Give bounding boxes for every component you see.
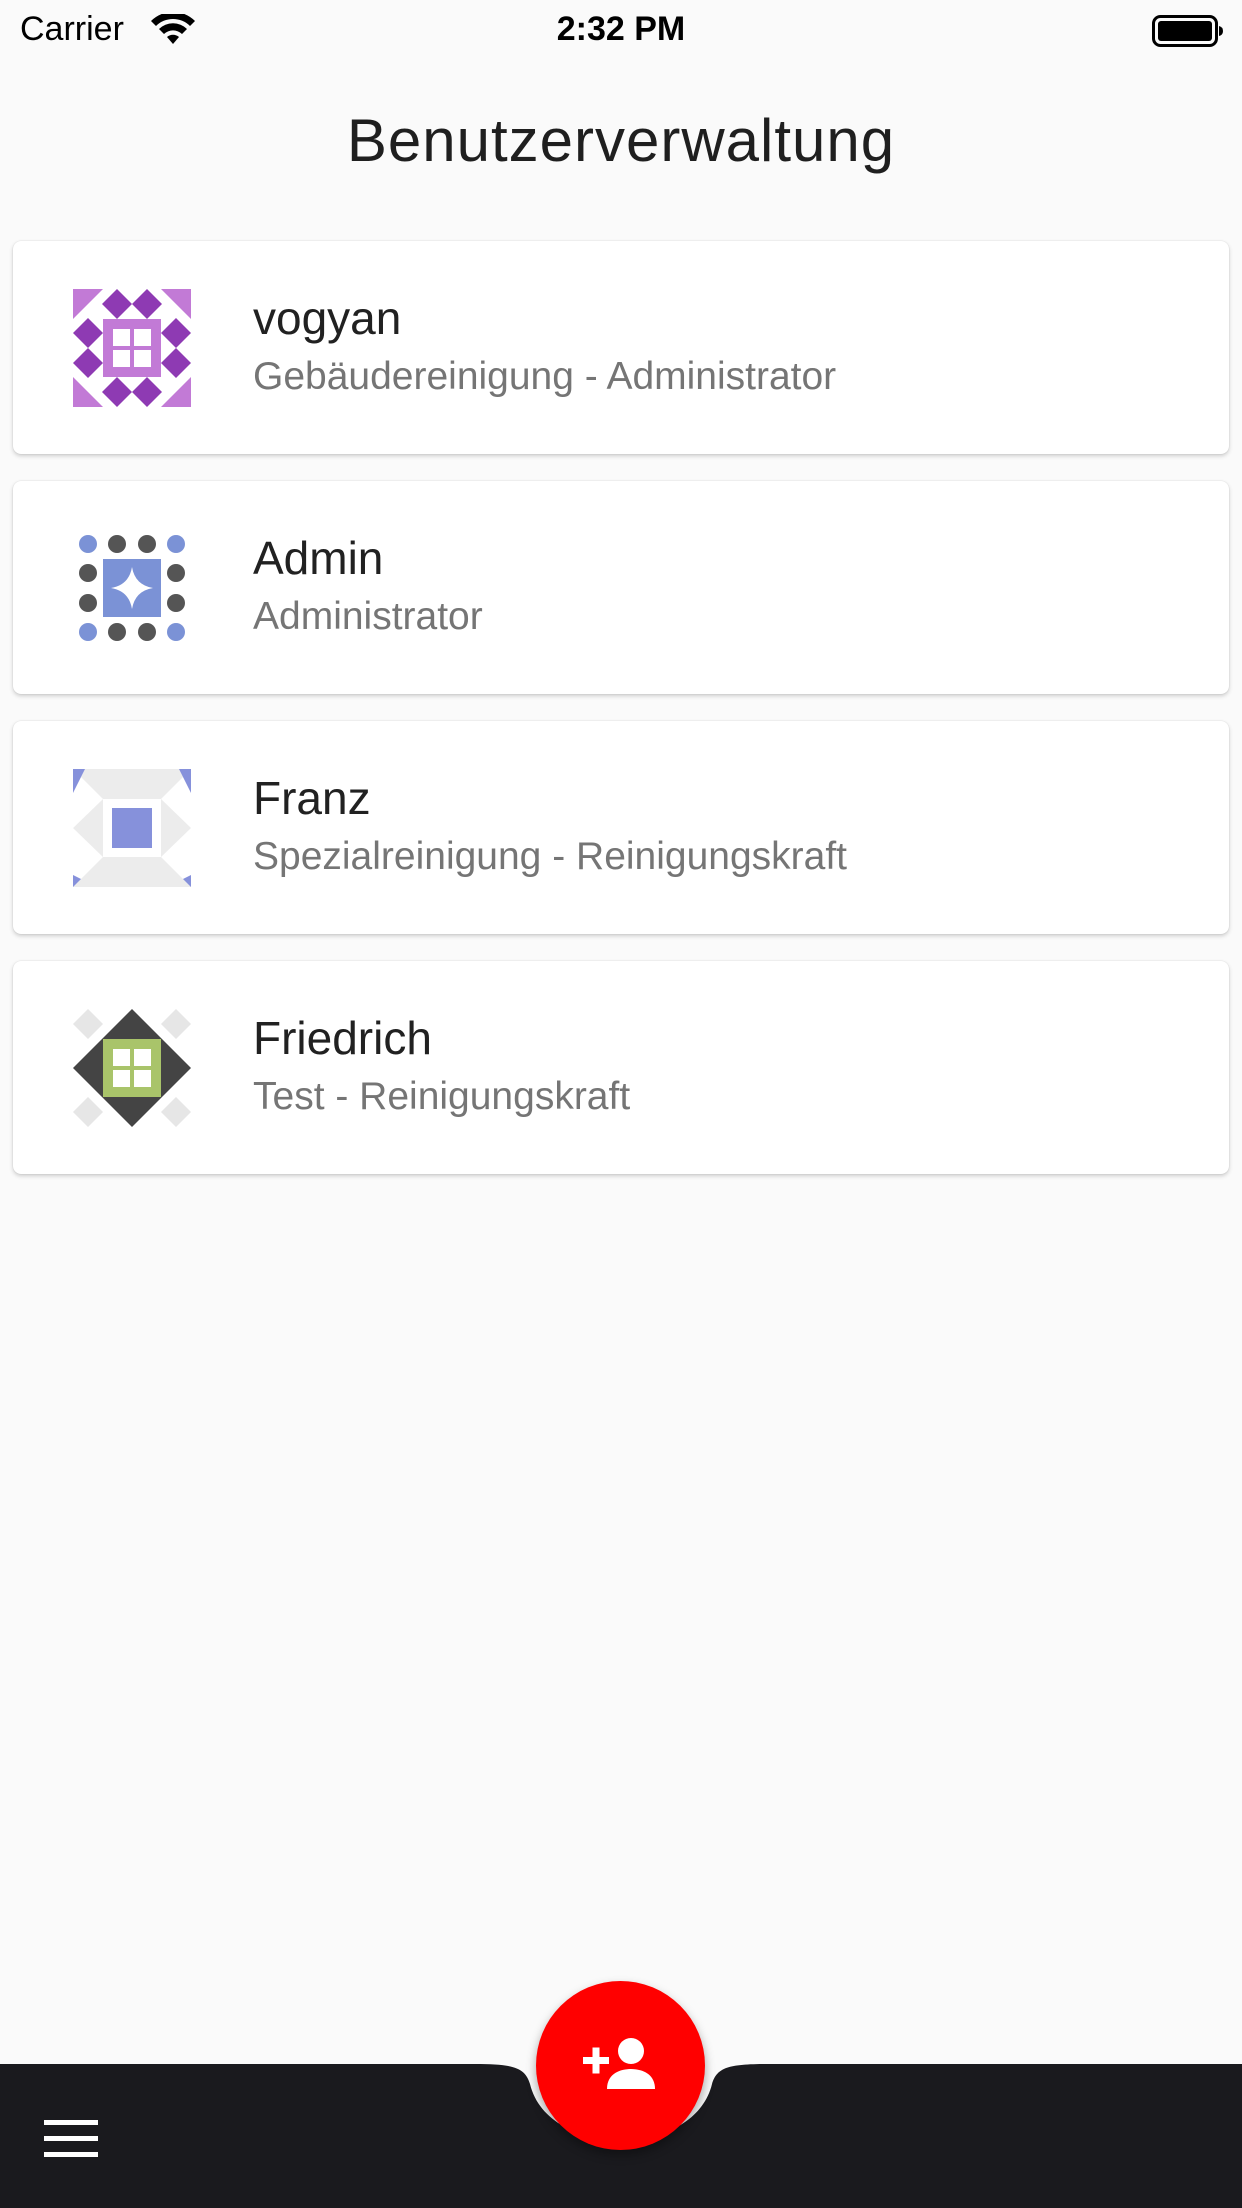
user-name: Franz (253, 772, 371, 824)
user-role: Gebäudereinigung - Administrator (253, 355, 837, 398)
user-name: Admin (253, 532, 384, 584)
page-title: Benutzerverwaltung (346, 107, 896, 174)
user-card[interactable]: Franz Spezialreinigung - Reinigungskraft (13, 721, 1229, 934)
status-time: 2:32 PM (556, 10, 686, 48)
status-bar: Carrier 2:32 PM (0, 0, 1242, 62)
hamburger-menu-icon[interactable] (36, 2114, 108, 2170)
user-role: Spezialreinigung - Reinigungskraft (253, 835, 848, 878)
identicon-avatar (73, 529, 191, 647)
identicon-avatar (73, 289, 191, 407)
add-user-button[interactable] (536, 1981, 705, 2150)
user-list: vogyan Gebäudereinigung - Administrator (13, 241, 1229, 1201)
user-card[interactable]: vogyan Gebäudereinigung - Administrator (13, 241, 1229, 454)
user-role: Test - Reinigungskraft (253, 1075, 631, 1118)
user-card[interactable]: Admin Administrator (13, 481, 1229, 694)
identicon-avatar (73, 769, 191, 887)
user-name: Friedrich (253, 1012, 432, 1064)
user-role: Administrator (253, 595, 483, 638)
battery-icon (1152, 15, 1224, 52)
user-name: vogyan (253, 292, 402, 344)
user-card[interactable]: Friedrich Test - Reinigungskraft (13, 961, 1229, 1174)
identicon-avatar (73, 1009, 191, 1127)
